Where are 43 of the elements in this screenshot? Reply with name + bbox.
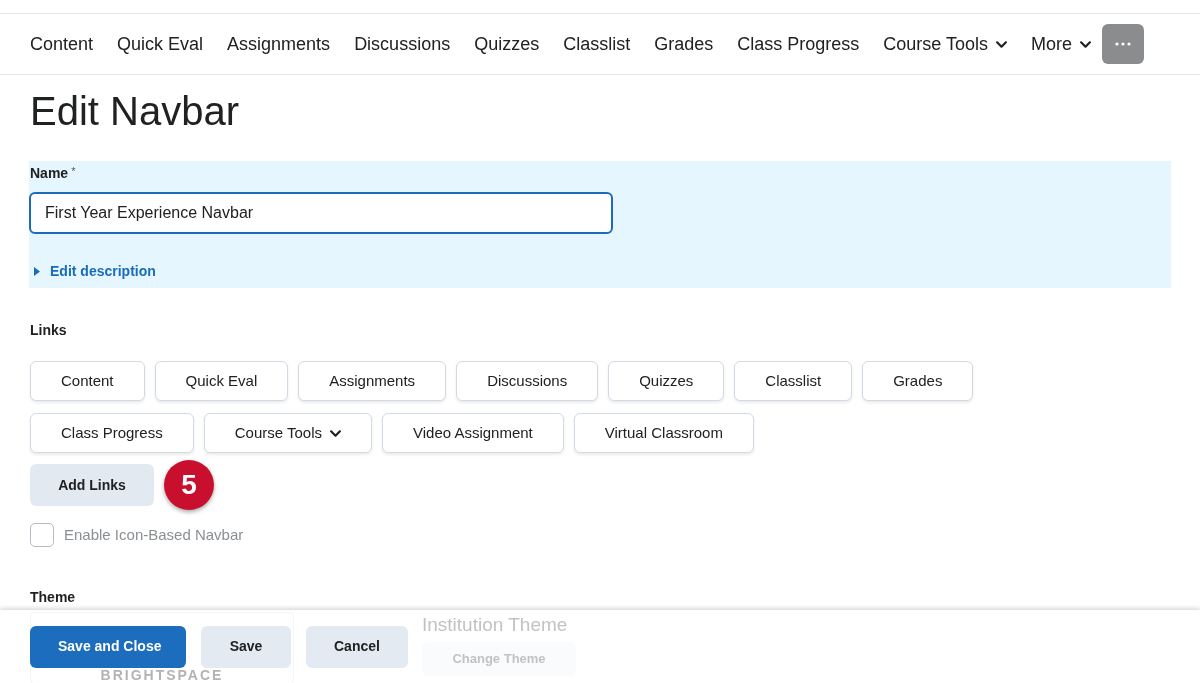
nav-link[interactable]: Classlist: [563, 30, 631, 58]
edit-description-toggle[interactable]: Edit description: [29, 261, 156, 282]
nav-link[interactable]: Quizzes: [474, 30, 540, 58]
triangle-icon: [34, 267, 40, 276]
nav-link[interactable]: Content: [30, 30, 94, 58]
link-chip[interactable]: Quick Eval: [154, 361, 289, 401]
link-chip[interactable]: Grades: [862, 361, 974, 401]
theme-name: Institution Theme: [422, 614, 569, 636]
nav-link[interactable]: Discussions: [354, 30, 451, 58]
link-chip[interactable]: Discussions: [456, 361, 599, 401]
nav-link[interactable]: Class Progress: [737, 30, 860, 58]
footer-button[interactable]: Save: [201, 625, 291, 668]
step-badge: 5: [164, 460, 214, 510]
footer-button[interactable]: Save and Close: [30, 625, 186, 668]
chevron-down-icon: [996, 40, 1007, 48]
link-chip[interactable]: Content: [30, 361, 145, 401]
section-label: Links: [30, 321, 68, 340]
nav-link[interactable]: More: [1031, 30, 1092, 58]
link-chip[interactable]: Quizzes: [608, 361, 725, 401]
nav-link[interactable]: Quick Eval: [117, 30, 204, 58]
nav-link[interactable]: Grades: [654, 30, 714, 58]
chevron-down-icon: [330, 429, 341, 437]
page-title: Edit Navbar: [30, 88, 240, 135]
add-links-button[interactable]: Add Links: [30, 464, 154, 506]
link-chip[interactable]: Classlist: [734, 361, 853, 401]
nav-link[interactable]: Course Tools: [883, 30, 1007, 58]
link-chip[interactable]: Video Assignment: [382, 413, 564, 453]
chevron-down-icon: [1080, 40, 1092, 48]
link-chip[interactable]: Assignments: [298, 361, 447, 401]
nav-link[interactable]: Assignments: [227, 30, 331, 58]
footer-button[interactable]: Cancel: [306, 625, 408, 668]
ellipsis-icon: [1115, 42, 1132, 46]
required-mark: *: [71, 164, 76, 179]
checkbox[interactable]: [30, 523, 54, 547]
logo-text: BRIGHTSPACE: [100, 668, 224, 682]
link-chip[interactable]: Virtual Classroom: [573, 413, 754, 453]
section-label: Theme: [30, 588, 77, 607]
name-input-field[interactable]: First Year Experience Navbar: [29, 192, 613, 234]
link-chip[interactable]: Class Progress: [30, 413, 194, 453]
more-options-button[interactable]: [1102, 24, 1145, 64]
checkbox-label: Enable Icon-Based Navbar: [64, 524, 244, 545]
field-label: Name: [30, 164, 69, 183]
link-chip[interactable]: Course Tools: [203, 413, 372, 453]
